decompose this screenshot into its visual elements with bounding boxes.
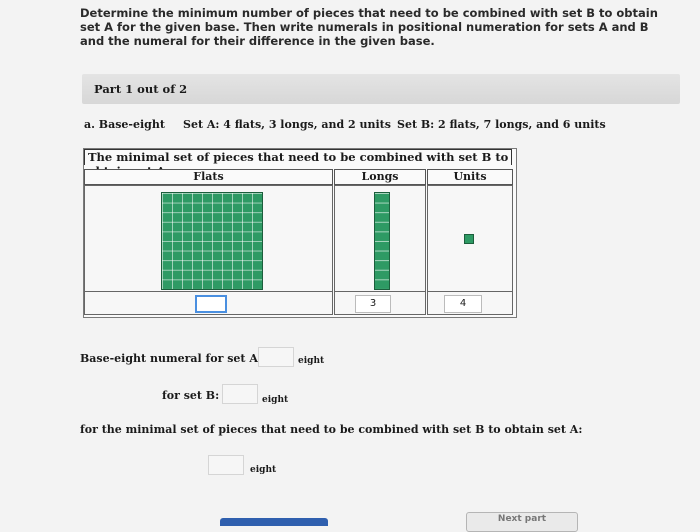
base-label: a. Base-eight [84, 118, 165, 131]
longs-cell [334, 185, 426, 293]
next-part-button[interactable]: Next part [466, 512, 578, 532]
long-block [374, 192, 390, 290]
difference-numeral-label: for the minimal set of pieces that need … [80, 423, 583, 436]
header-longs: Longs [334, 169, 426, 185]
base-blocks-table: The minimal set of pieces that need to b… [83, 148, 517, 318]
part-label: Part 1 out of 2 [94, 82, 188, 96]
flats-input[interactable] [195, 295, 227, 313]
set-a-base-suffix: eight [298, 356, 325, 366]
set-a-description: Set A: 4 flats, 3 longs, and 2 units [183, 118, 391, 131]
units-cell [427, 185, 513, 293]
units-answer-cell: 4 [427, 291, 513, 315]
longs-answer-cell: 3 [334, 291, 426, 315]
flats-answer-cell [84, 291, 333, 315]
set-b-description: Set B: 2 flats, 7 longs, and 6 units [397, 118, 606, 131]
header-flats: Flats [84, 169, 333, 185]
set-b-numeral-label: for set B: [162, 389, 220, 402]
flats-cell [84, 185, 333, 293]
instructions-text: Determine the minimum number of pieces t… [80, 6, 658, 48]
unit-block [464, 234, 474, 244]
header-units: Units [427, 169, 513, 185]
part-banner: Part 1 out of 2 [82, 74, 680, 104]
set-b-numeral-input[interactable] [222, 384, 258, 404]
difference-numeral-input[interactable] [208, 455, 244, 475]
units-input[interactable]: 4 [444, 295, 482, 313]
table-caption: The minimal set of pieces that need to b… [84, 149, 512, 178]
set-b-base-suffix: eight [262, 395, 289, 405]
longs-input[interactable]: 3 [355, 295, 391, 313]
set-a-numeral-input[interactable] [258, 347, 294, 367]
flat-block [161, 192, 263, 290]
difference-base-suffix: eight [250, 465, 277, 475]
set-a-numeral-label: Base-eight numeral for set A: [80, 352, 262, 365]
